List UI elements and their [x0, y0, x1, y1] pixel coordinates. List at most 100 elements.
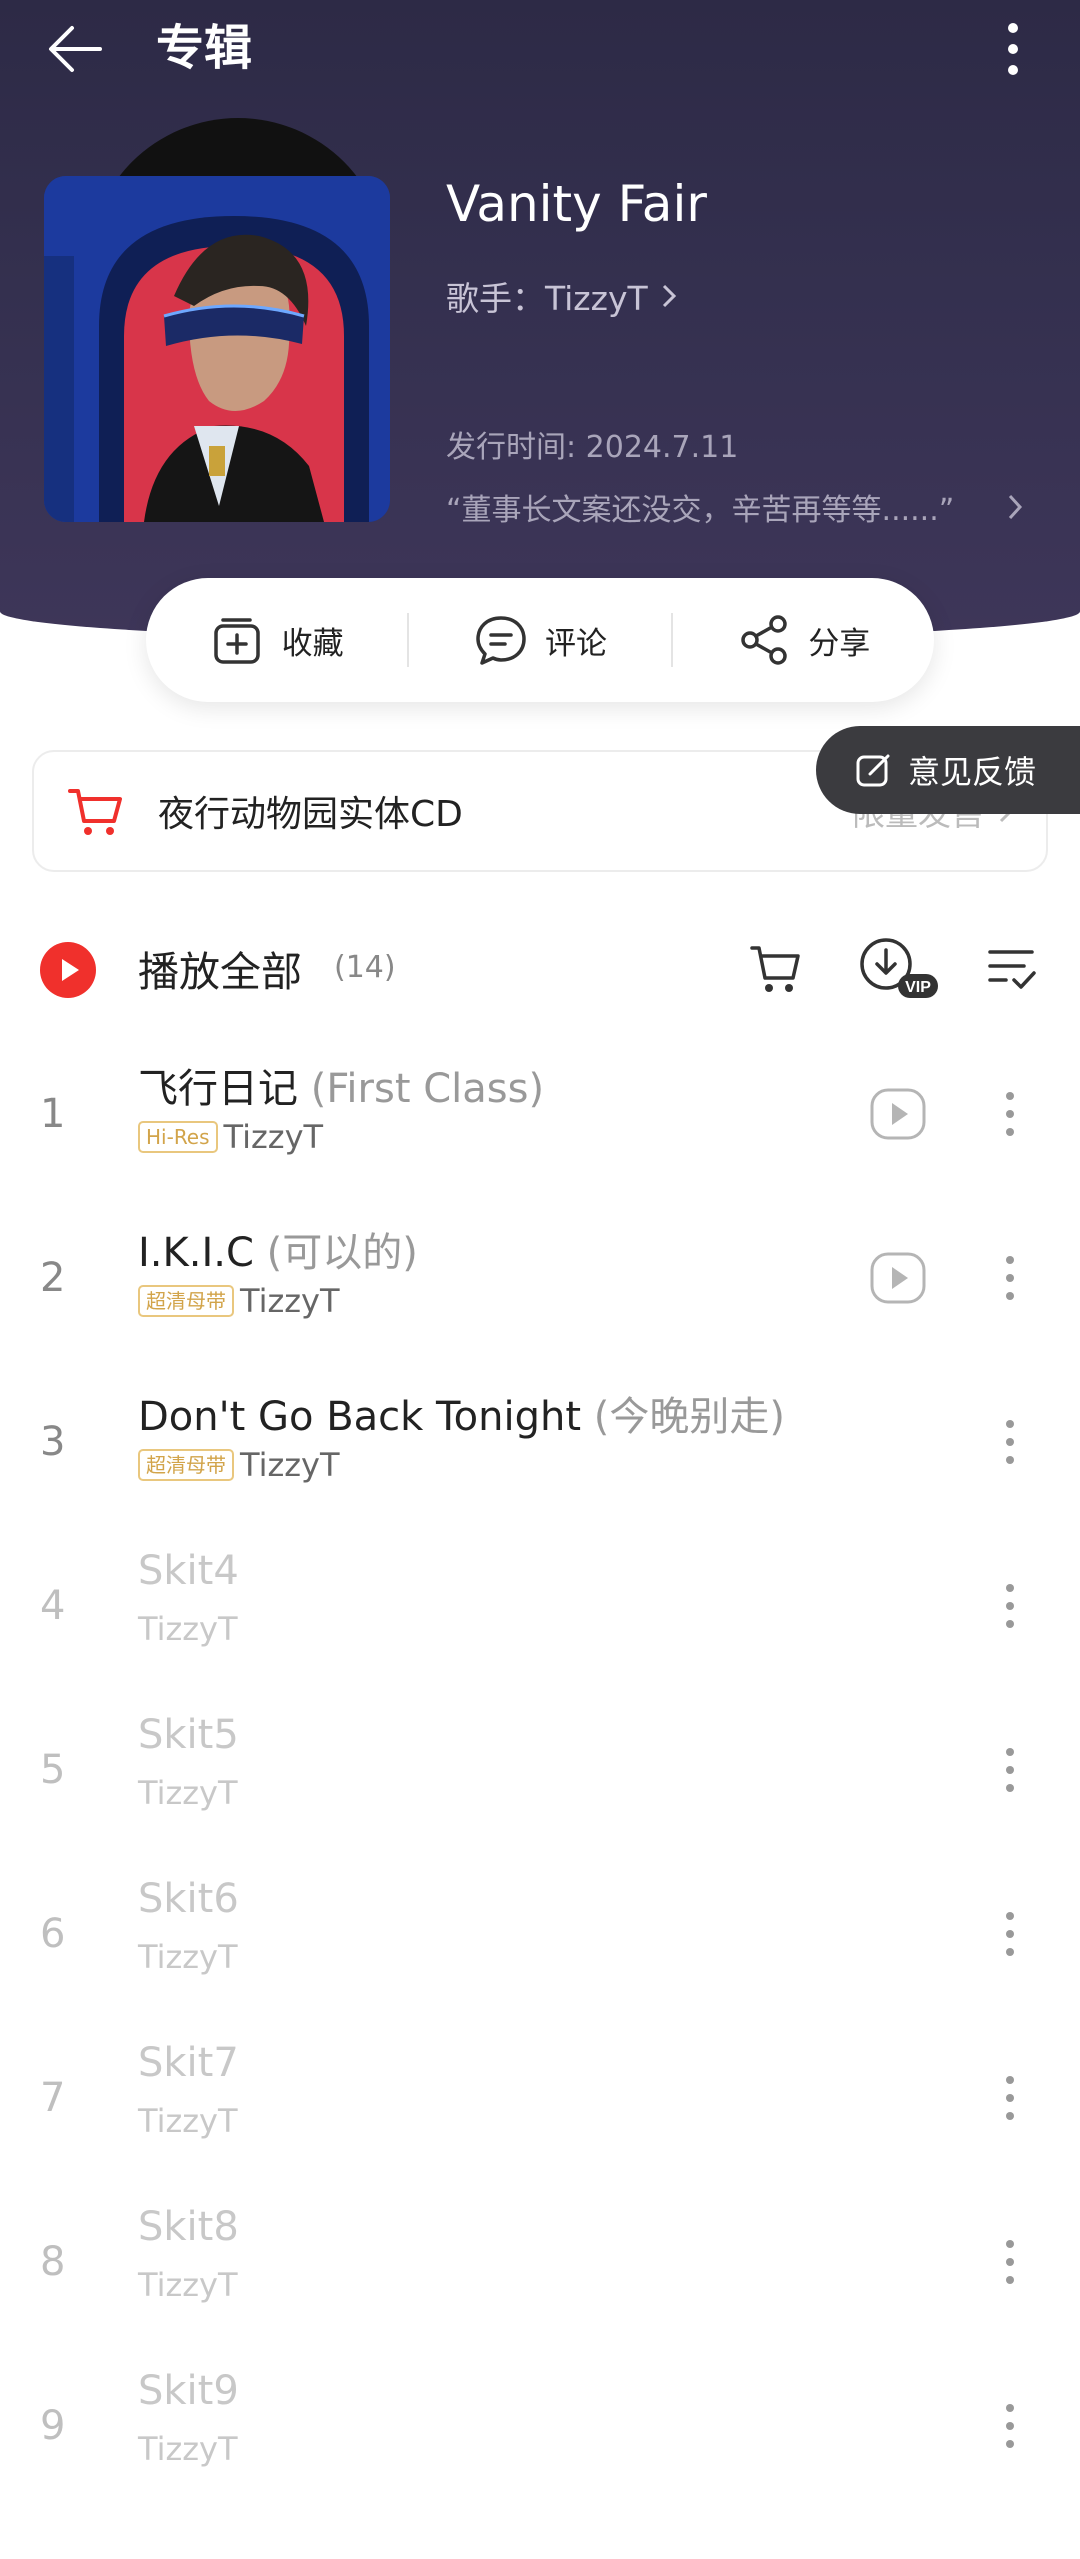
track-title-main: Skit5 [138, 1712, 239, 1758]
quality-badge: 超清母带 [138, 1449, 234, 1481]
track-title-main: Skit8 [138, 2204, 239, 2250]
release-date: 发行时间: 2024.7.11 [446, 430, 739, 465]
track-title: 飞行日记 (First Class) [138, 1056, 544, 1114]
track-meta: TizzyT [138, 1938, 238, 1976]
track-title-main: I.K.I.C [138, 1230, 254, 1276]
track-title: I.K.I.C (可以的) [138, 1220, 418, 1278]
track-number: 7 [40, 2075, 66, 2121]
track-count: (14) [334, 950, 396, 985]
track-meta: TizzyT [138, 1774, 238, 1812]
singer-label: 歌手：TizzyT [446, 279, 648, 318]
feedback-label: 意见反馈 [908, 753, 1037, 791]
share-button[interactable]: 分享 [673, 578, 934, 702]
download-vip-icon[interactable]: VIP [858, 934, 940, 1002]
track-title: Skit9 [138, 2368, 239, 2414]
play-circle-icon[interactable] [40, 942, 96, 998]
track-meta: TizzyT [138, 2102, 238, 2140]
track-title-sub: (可以的) [266, 1230, 418, 1276]
track-artist: TizzyT [138, 1610, 238, 1648]
track-number: 8 [40, 2239, 66, 2285]
more-vertical-icon[interactable] [990, 1412, 1030, 1472]
chevron-right-icon [1008, 494, 1023, 520]
album-description[interactable]: “董事长文案还没交，辛苦再等等......” [446, 485, 1026, 529]
track-number: 1 [40, 1091, 66, 1137]
track-artist: TizzyT [223, 1118, 324, 1156]
collect-label: 收藏 [281, 625, 344, 662]
chevron-right-icon [662, 284, 676, 308]
album-page: 专辑 Vanity Fair 歌手：TizzyT 发行时间: 2024.7.11… [0, 0, 1080, 2559]
track-title: Skit8 [138, 2204, 239, 2250]
track-title-sub: (今晚别走) [593, 1394, 785, 1440]
track-row[interactable]: 1 飞行日记 (First Class) Hi-Res TizzyT [0, 1032, 1080, 1196]
track-number: 9 [40, 2403, 66, 2449]
track-number: 6 [40, 1911, 66, 1957]
comment-bubble-icon [476, 616, 526, 665]
more-vertical-icon[interactable] [990, 2232, 1030, 2292]
track-artist: TizzyT [138, 2266, 238, 2304]
track-title-main: Don't Go Back Tonight [138, 1394, 582, 1440]
track-row[interactable]: 5 Skit5 TizzyT [0, 1688, 1080, 1852]
shopping-cart-icon[interactable] [748, 940, 804, 996]
quality-badge: 超清母带 [138, 1285, 234, 1317]
track-title-main: Skit4 [138, 1548, 239, 1594]
track-row[interactable]: 9 Skit9 TizzyT [0, 2344, 1080, 2508]
track-title: Don't Go Back Tonight (今晚别走) [138, 1384, 785, 1442]
more-vertical-icon[interactable] [990, 1248, 1030, 1308]
play-all-row: 播放全部 (14) VIP [0, 920, 1080, 1016]
more-vertical-icon[interactable] [990, 1904, 1030, 1964]
track-number: 3 [40, 1419, 66, 1465]
quality-badge: Hi-Res [138, 1121, 218, 1153]
play-video-icon[interactable] [868, 1084, 928, 1144]
share-icon [741, 615, 788, 665]
more-vertical-icon[interactable] [990, 1740, 1030, 1800]
more-vertical-icon[interactable] [990, 1084, 1030, 1144]
top-bar: 专辑 [0, 0, 1080, 96]
track-row[interactable]: 2 I.K.I.C (可以的) 超清母带 TizzyT [0, 1196, 1080, 1360]
track-title-main: 飞行日记 [138, 1066, 298, 1112]
album-action-bar: 收藏 评论 分享 [146, 578, 934, 702]
track-artist: TizzyT [240, 1446, 340, 1484]
feedback-button[interactable]: 意见反馈 [816, 726, 1080, 814]
svg-text:VIP: VIP [905, 979, 931, 996]
track-meta: Hi-Res TizzyT [138, 1118, 323, 1156]
singer-link[interactable]: 歌手：TizzyT [446, 272, 680, 320]
track-artist: TizzyT [138, 2430, 238, 2468]
add-collection-icon [213, 618, 260, 664]
more-vertical-icon[interactable] [990, 1576, 1030, 1636]
track-number: 2 [40, 1255, 66, 1301]
track-title-sub: (First Class) [310, 1066, 545, 1112]
track-row[interactable]: 7 Skit7 TizzyT [0, 2016, 1080, 2180]
play-video-icon[interactable] [868, 1248, 928, 1308]
track-row[interactable]: 3 Don't Go Back Tonight (今晚别走) 超清母带 TizzyT [0, 1360, 1080, 1524]
comment-button[interactable]: 评论 [409, 578, 670, 702]
track-title-main: Skit9 [138, 2368, 239, 2414]
cd-label: 夜行动物园实体CD [158, 794, 463, 835]
track-meta: 超清母带 TizzyT [138, 1282, 340, 1320]
arrow-left-icon[interactable] [44, 18, 106, 80]
list-check-icon[interactable] [984, 940, 1040, 996]
track-row[interactable]: 4 Skit4 TizzyT [0, 1524, 1080, 1688]
share-label: 分享 [808, 625, 871, 662]
track-title: Skit5 [138, 1712, 239, 1758]
album-name: Vanity Fair [446, 175, 707, 233]
track-artist: TizzyT [138, 1774, 238, 1812]
track-row[interactable]: 6 Skit6 TizzyT [0, 1852, 1080, 2016]
track-title-main: Skit7 [138, 2040, 239, 2086]
track-row[interactable]: 8 Skit8 TizzyT [0, 2180, 1080, 2344]
album-cover[interactable] [44, 176, 390, 522]
track-meta: TizzyT [138, 2430, 238, 2468]
track-title: Skit6 [138, 1876, 239, 1922]
track-title-main: Skit6 [138, 1876, 239, 1922]
more-vertical-icon[interactable] [990, 2068, 1030, 2128]
play-all-button[interactable]: 播放全部 [138, 938, 302, 998]
track-meta: 超清母带 TizzyT [138, 1446, 340, 1484]
page-title: 专辑 [156, 20, 253, 76]
shopping-cart-icon [68, 789, 122, 835]
collect-button[interactable]: 收藏 [146, 578, 407, 702]
track-artist: TizzyT [138, 2102, 238, 2140]
edit-icon [856, 754, 890, 787]
more-vertical-icon[interactable] [990, 2396, 1030, 2456]
more-vertical-icon[interactable] [990, 18, 1036, 80]
track-artist: TizzyT [138, 1938, 238, 1976]
description-text: “董事长文案还没交，辛苦再等等......” [446, 493, 955, 528]
